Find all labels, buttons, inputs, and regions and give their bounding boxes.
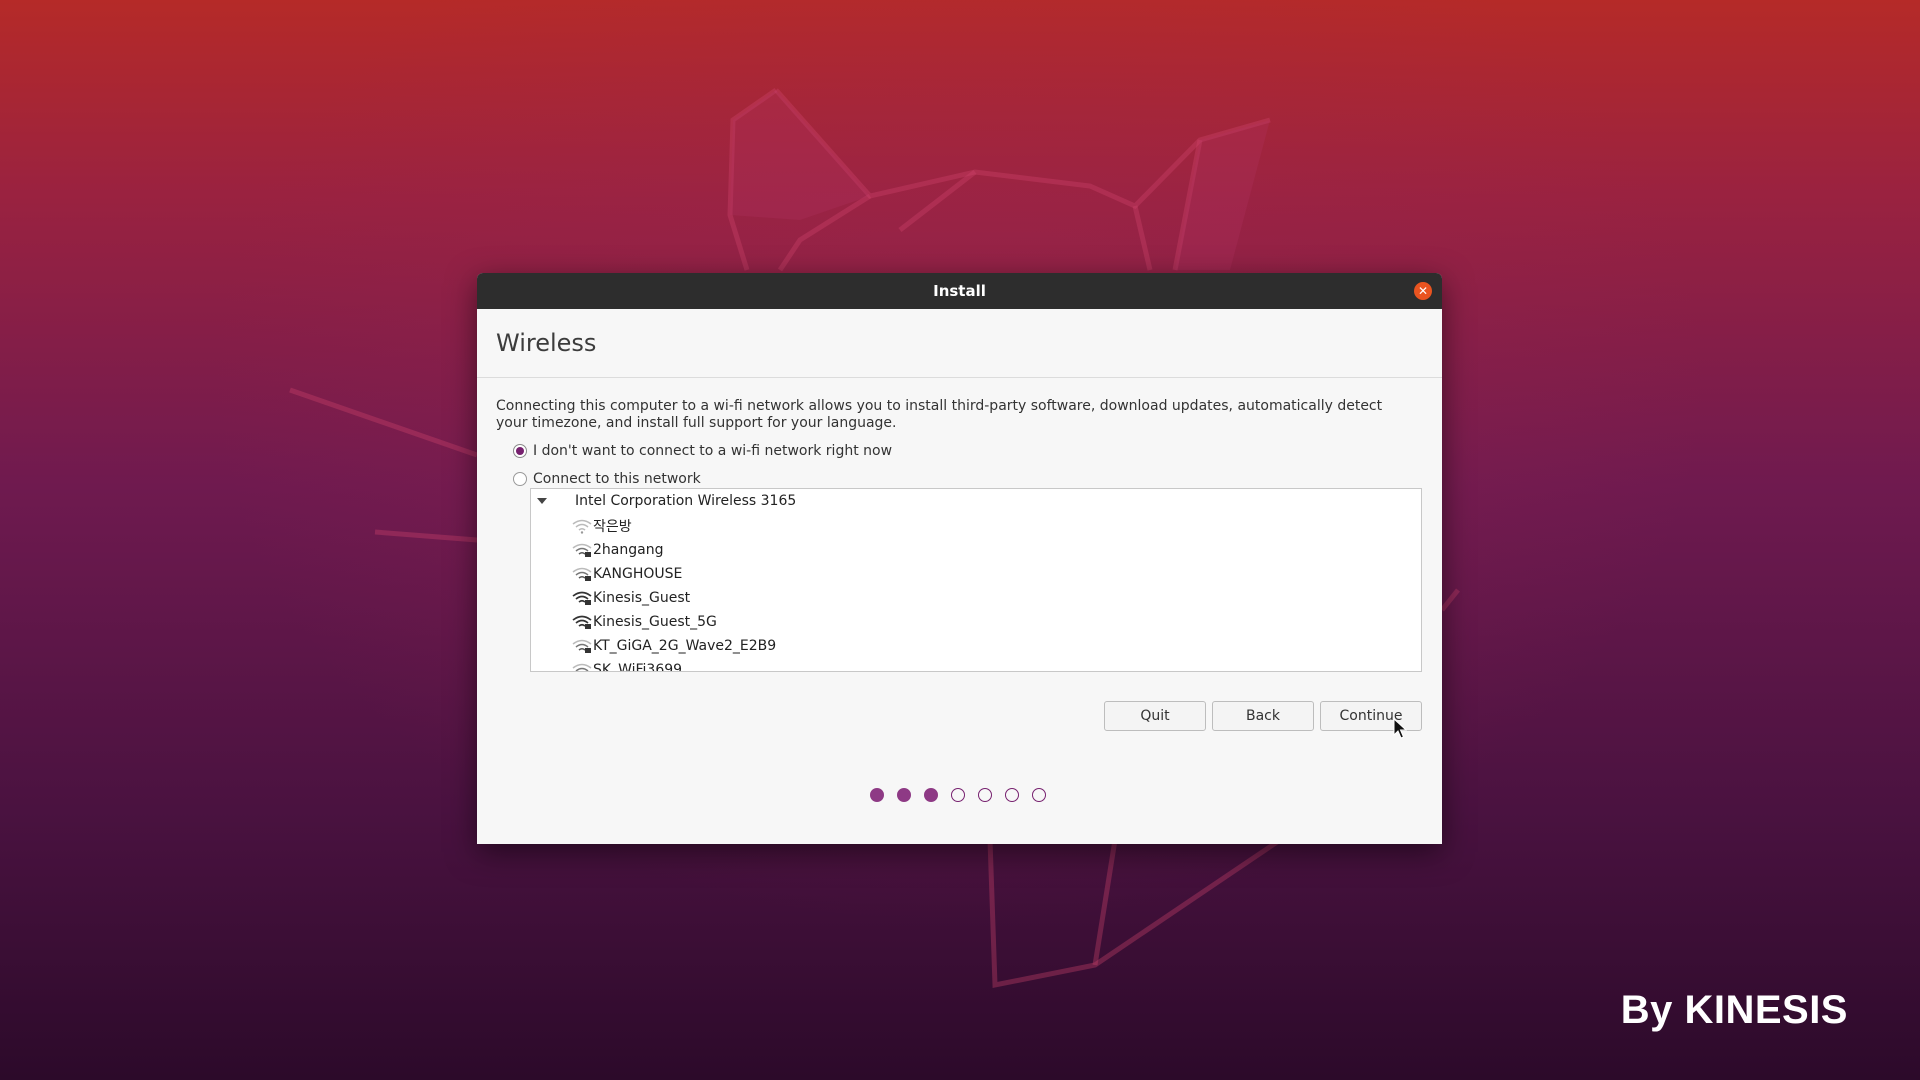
- expander-icon[interactable]: [537, 498, 547, 504]
- title-bar[interactable]: Install ✕: [477, 273, 1442, 309]
- progress-dot: [951, 788, 965, 802]
- network-name: SK_WiFi3699: [593, 662, 683, 672]
- wifi-secure-icon: [572, 639, 592, 653]
- network-name: 2hangang: [593, 542, 664, 558]
- adapter-label: Intel Corporation Wireless 3165: [575, 493, 797, 509]
- wireless-description: Connecting this computer to a wi-fi netw…: [496, 398, 1383, 431]
- quit-button[interactable]: Quit: [1104, 701, 1206, 731]
- connect-network-option[interactable]: Connect to this network: [513, 470, 701, 488]
- network-item[interactable]: 작은방: [571, 514, 632, 538]
- network-item[interactable]: Kinesis_Guest_5G: [571, 610, 717, 634]
- radio-no-wifi[interactable]: [513, 444, 527, 458]
- radio-connect-network[interactable]: [513, 472, 527, 486]
- network-item[interactable]: KT_GiGA_2G_Wave2_E2B9: [571, 634, 776, 658]
- progress-dot: [924, 788, 938, 802]
- connect-network-label[interactable]: Connect to this network: [533, 471, 701, 487]
- progress-dot: [1005, 788, 1019, 802]
- progress-dot: [897, 788, 911, 802]
- no-wifi-option[interactable]: I don't want to connect to a wi-fi netwo…: [513, 442, 892, 460]
- progress-dots: [870, 788, 1059, 802]
- wifi-icon: [572, 519, 592, 534]
- close-icon[interactable]: ✕: [1414, 282, 1432, 300]
- page-header: Wireless: [477, 309, 1442, 378]
- wifi-secure-icon: [572, 615, 592, 629]
- network-item[interactable]: 2hangang: [571, 538, 663, 562]
- network-item[interactable]: SK_WiFi3699: [571, 658, 683, 672]
- network-name: 작은방: [593, 519, 632, 535]
- mouse-cursor-icon: [1393, 718, 1407, 739]
- back-button[interactable]: Back: [1212, 701, 1314, 731]
- window-title: Install: [933, 282, 986, 300]
- install-window: Install ✕ Wireless Connecting this compu…: [477, 273, 1442, 844]
- progress-dot: [870, 788, 884, 802]
- network-item[interactable]: KANGHOUSE: [571, 562, 682, 586]
- page-title: Wireless: [496, 329, 597, 357]
- watermark-text: By KINESIS: [1620, 988, 1848, 1032]
- network-list[interactable]: Intel Corporation Wireless 3165 작은방 2han…: [530, 488, 1422, 672]
- adapter-row[interactable]: Intel Corporation Wireless 3165: [531, 489, 796, 513]
- wifi-strong-icon: [572, 591, 592, 605]
- progress-dot: [1032, 788, 1046, 802]
- no-wifi-label[interactable]: I don't want to connect to a wi-fi netwo…: [533, 443, 892, 459]
- network-name: Kinesis_Guest_5G: [593, 614, 717, 630]
- progress-dot: [978, 788, 992, 802]
- network-name: Kinesis_Guest: [593, 590, 691, 606]
- network-name: KT_GiGA_2G_Wave2_E2B9: [593, 638, 777, 654]
- wifi-secure-icon: [572, 543, 592, 557]
- wifi-secure-icon: [572, 567, 592, 581]
- wifi-secure-icon: [572, 663, 592, 671]
- network-name: KANGHOUSE: [593, 566, 683, 582]
- network-item[interactable]: Kinesis_Guest: [571, 586, 690, 610]
